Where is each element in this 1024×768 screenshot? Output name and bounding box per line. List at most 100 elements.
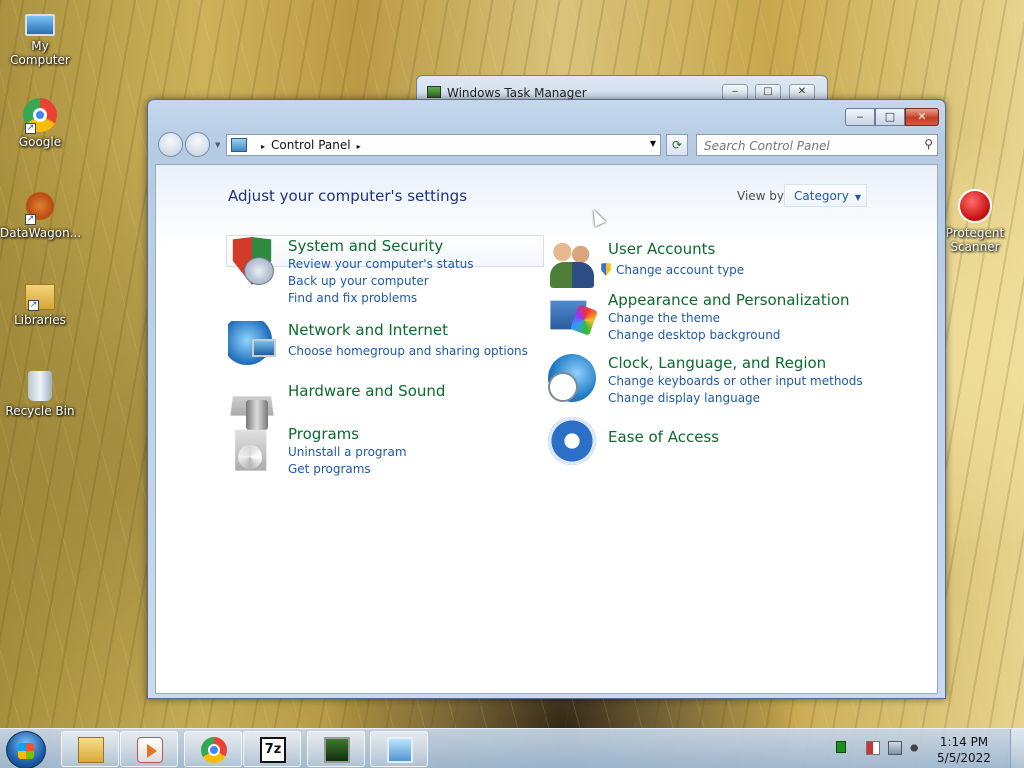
breadcrumb: ▸ Control Panel ▸: [255, 138, 367, 152]
link-text: Change account type: [616, 263, 745, 277]
maximize-button[interactable]: □: [875, 108, 905, 126]
link-find-fix[interactable]: Find and fix problems: [288, 291, 417, 305]
category-title[interactable]: Clock, Language, and Region: [608, 354, 826, 372]
page-title: Adjust your computer's settings: [228, 187, 468, 205]
address-bar[interactable]: ▸ Control Panel ▸ ▼: [226, 134, 661, 156]
network-monitor-icon: [252, 339, 276, 357]
view-by-label: View by:: [737, 189, 788, 203]
clock-time: 1:14 PM: [939, 735, 989, 749]
users-body-icon: [550, 262, 594, 288]
desktop-icon-recycle-bin[interactable]: Recycle Bin: [0, 371, 80, 418]
datawagon-icon: ↗: [23, 189, 57, 225]
link-get-programs[interactable]: Get programs: [288, 462, 371, 476]
taskbar-task-manager-button[interactable]: [307, 731, 365, 767]
volume-icon[interactable]: [910, 741, 924, 755]
speaker-icon: [246, 400, 268, 430]
breadcrumb-arrow-icon[interactable]: ▸: [261, 142, 265, 151]
link-change-account-type[interactable]: Change account type: [600, 263, 744, 277]
desktop-icon-my-computer[interactable]: My Computer: [0, 8, 80, 67]
link-uninstall-program[interactable]: Uninstall a program: [288, 445, 407, 459]
back-button[interactable]: [158, 132, 183, 157]
desktop-icon-libraries[interactable]: ↗ Libraries: [0, 280, 80, 327]
start-button[interactable]: [6, 731, 46, 768]
minimize-button[interactable]: ‒: [845, 108, 875, 126]
control-panel-icon: [231, 138, 247, 152]
disc-icon: [238, 445, 262, 469]
navigation-bar: ▼ ▸ Control Panel ▸ ▼ ⟳ ⚲: [156, 132, 938, 158]
task-manager-icon: [427, 86, 441, 98]
taskbar: 7z 1:14 PM 5/5/2022: [0, 728, 1024, 768]
control-panel-window[interactable]: ‒ □ ✕ ▼ ▸ Control Panel ▸ ▼ ⟳ ⚲ Adjust you…: [147, 99, 946, 699]
category-title[interactable]: System and Security: [288, 237, 443, 255]
category-title[interactable]: Appearance and Personalization: [608, 291, 850, 309]
control-panel-icon: [387, 737, 413, 763]
taskbar-control-panel-button[interactable]: [370, 731, 428, 767]
desktop-icon-datawagon[interactable]: ↗ DataWagon...: [0, 189, 82, 240]
link-display-language[interactable]: Change display language: [608, 391, 760, 405]
taskbar-chrome-button[interactable]: [184, 731, 242, 767]
search-box[interactable]: ⚲: [696, 134, 938, 156]
clock-icon: [548, 372, 578, 402]
taskbar-7zip-button[interactable]: 7z: [243, 731, 301, 767]
category-title[interactable]: Ease of Access: [608, 428, 719, 446]
chrome-icon: [201, 737, 227, 763]
tm-minimize-button[interactable]: ‒: [722, 84, 748, 100]
computer-icon: [25, 14, 55, 36]
link-desktop-background[interactable]: Change desktop background: [608, 328, 780, 342]
link-homegroup[interactable]: Choose homegroup and sharing options: [288, 344, 528, 358]
task-manager-icon: [324, 737, 350, 763]
tray-app-icon[interactable]: [836, 741, 846, 753]
chrome-icon: ↗: [23, 98, 57, 134]
caption-buttons: ‒ □ ✕: [845, 108, 939, 126]
view-by-dropdown[interactable]: Category ▼: [784, 184, 867, 207]
category-title[interactable]: Programs: [288, 425, 359, 443]
ease-of-access-icon: [548, 417, 596, 465]
desktop-icon-protegent-scanner[interactable]: Protegent Scanner: [935, 189, 1015, 254]
desktop-icon-label: DataWagon...: [0, 226, 82, 240]
clock-date: 5/5/2022: [937, 751, 991, 765]
task-manager-title: Windows Task Manager: [447, 86, 587, 100]
tm-close-button[interactable]: ✕: [789, 84, 815, 100]
search-input[interactable]: [697, 136, 907, 156]
desktop-icon-label: Google: [18, 135, 62, 149]
content-area: Adjust your computer's settings View by:…: [155, 164, 938, 694]
explorer-icon: [78, 737, 104, 763]
address-dropdown-icon[interactable]: ▼: [650, 139, 656, 148]
refresh-button[interactable]: ⟳: [666, 134, 688, 156]
protegent-icon: [958, 189, 992, 223]
breadcrumb-arrow-icon[interactable]: ▸: [357, 142, 361, 151]
link-change-theme[interactable]: Change the theme: [608, 311, 720, 325]
link-change-keyboards[interactable]: Change keyboards or other input methods: [608, 374, 863, 388]
uac-shield-icon: [601, 263, 611, 276]
recycle-bin-icon: [28, 371, 52, 401]
search-icon[interactable]: ⚲: [924, 137, 933, 151]
desktop-icon-google[interactable]: ↗ Google: [0, 98, 80, 149]
chevron-down-icon: ▼: [854, 193, 861, 202]
forward-button[interactable]: [185, 132, 210, 157]
network-icon[interactable]: [888, 741, 902, 755]
desktop-icon-label: My Computer: [10, 39, 70, 67]
view-by-value: Category: [794, 189, 849, 203]
security-gauge-icon: [244, 257, 274, 285]
recent-pages-dropdown-icon[interactable]: ▼: [215, 141, 220, 149]
link-back-up[interactable]: Back up your computer: [288, 274, 429, 288]
taskbar-explorer-button[interactable]: [61, 731, 119, 767]
category-title[interactable]: Network and Internet: [288, 321, 448, 339]
desktop-icon-label: Protegent Scanner: [945, 226, 1005, 254]
show-desktop-button[interactable]: [1010, 729, 1024, 768]
system-tray: [836, 741, 924, 755]
taskbar-media-button[interactable]: [120, 731, 178, 767]
libraries-icon: ↗: [25, 284, 55, 311]
media-center-icon: [137, 737, 163, 763]
category-title[interactable]: User Accounts: [608, 240, 715, 258]
action-center-flag-icon[interactable]: [866, 741, 880, 755]
desktop-icon-label: Libraries: [14, 313, 66, 327]
7zip-icon: 7z: [260, 737, 286, 763]
tm-maximize-button[interactable]: □: [755, 84, 781, 100]
category-title[interactable]: Hardware and Sound: [288, 382, 445, 400]
close-button[interactable]: ✕: [905, 108, 939, 126]
desktop-icon-label: Recycle Bin: [5, 404, 75, 418]
clock[interactable]: 1:14 PM 5/5/2022: [934, 734, 994, 766]
link-review-status[interactable]: Review your computer's status: [288, 257, 474, 271]
breadcrumb-control-panel[interactable]: Control Panel: [271, 138, 351, 152]
